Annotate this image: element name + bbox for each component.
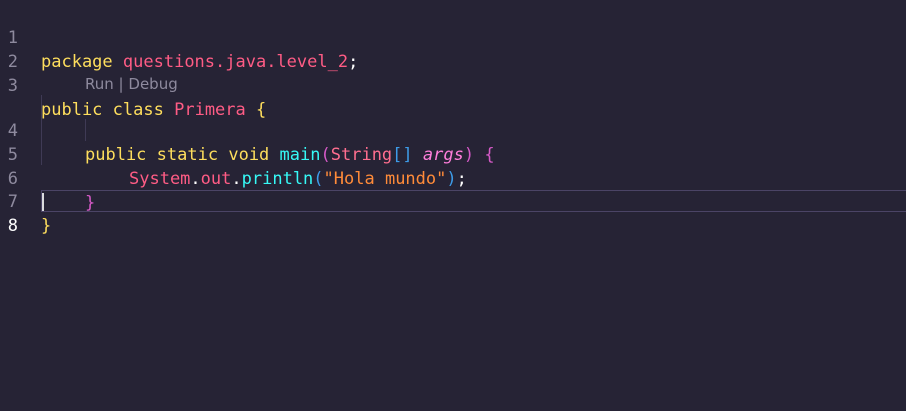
code-line-1[interactable]: 1 package questions.java.level_2; <box>0 2 906 72</box>
code-line-2[interactable]: 2 <box>0 26 906 72</box>
code-content[interactable]: } <box>41 214 51 238</box>
code-line-7[interactable]: 7 } <box>0 166 906 236</box>
codelens-debug-link[interactable]: Debug <box>128 75 177 93</box>
code-line-8[interactable]: 8 <box>0 190 906 236</box>
code-line-4[interactable]: 4 public static void main(String[] args)… <box>0 95 906 165</box>
code-line-3[interactable]: 3 public class Primera { <box>0 50 906 120</box>
brace-close: } <box>41 216 52 236</box>
code-line-6[interactable]: 6 } <box>0 143 906 213</box>
codelens-run-link[interactable]: Run <box>85 75 114 93</box>
text-cursor <box>42 193 44 211</box>
codelens-separator: | <box>118 75 124 93</box>
codelens: Run | Debug <box>85 73 178 95</box>
code-editor[interactable]: 1 package questions.java.level_2; 2 3 pu… <box>0 0 906 411</box>
code-line-5[interactable]: 5 System.out.println("Hola mundo"); <box>0 119 906 189</box>
line-number: 8 <box>7 216 18 236</box>
